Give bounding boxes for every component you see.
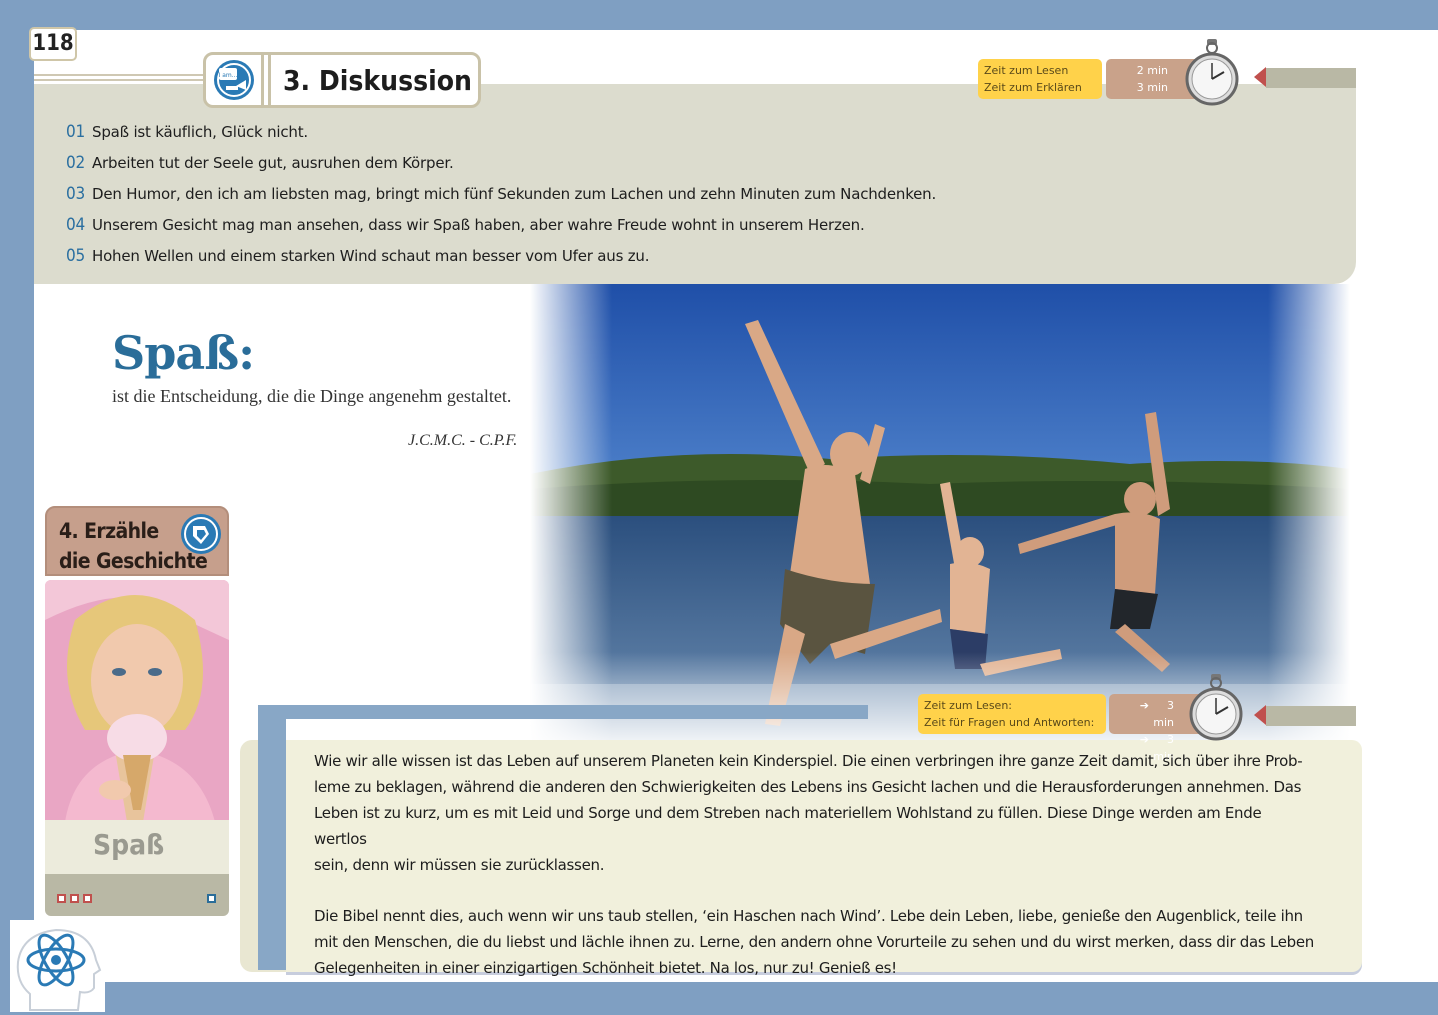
quote-author: J.C.M.C. - C.P.F. <box>408 432 518 449</box>
arrow-left-icon <box>1254 705 1266 725</box>
header-bar <box>1266 68 1356 88</box>
book-icon <box>181 514 221 554</box>
next-square[interactable] <box>207 894 216 903</box>
atom-head-logo <box>10 920 105 1012</box>
page-dot[interactable] <box>83 894 92 903</box>
list-item: 05 Hohen Wellen und einem starken Wind sc… <box>66 246 650 266</box>
story-tab[interactable]: 4. Erzähle die Geschichte <box>45 506 229 576</box>
i-am-icon: I am... <box>206 55 264 105</box>
list-item: 01 Spaß ist käuflich, Glück nicht. <box>66 122 308 142</box>
list-item: 02 Arbeiten tut der Seele gut, ausruhen d… <box>66 153 454 173</box>
arrow-right-icon: ➔ <box>1139 733 1149 746</box>
girl-ice-cream-photo <box>45 580 229 822</box>
quote-title: Spaß: <box>112 326 255 380</box>
list-item: 03 Den Humor, den ich am liebsten mag, br… <box>66 184 937 204</box>
header-rule <box>34 79 206 81</box>
page-number: 118 <box>29 27 77 61</box>
text-frame-top <box>258 705 868 719</box>
quote-text: ist die Entscheidung, die die Dinge ange… <box>112 386 512 406</box>
arrow-right-icon: ➔ <box>1139 699 1149 712</box>
list-item: 04 Unserem Gesicht mag man ansehen, dass … <box>66 215 865 235</box>
story-label: Spaß <box>45 820 229 874</box>
header-rule <box>34 74 206 76</box>
page-dot[interactable] <box>70 894 79 903</box>
text-frame-side <box>258 705 286 970</box>
time-labels: Zeit zum Lesen Zeit zum Erklären <box>978 59 1102 99</box>
discussion-list: 01 Spaß ist käuflich, Glück nicht. 02 Arbe… <box>66 122 936 277</box>
svg-text:I am...: I am... <box>218 72 237 79</box>
story-bar <box>1266 706 1356 726</box>
arrow-left-icon <box>1254 67 1266 87</box>
discussion-header: I am... 3. Diskussion <box>203 52 481 108</box>
story-time-labels: Zeit zum Lesen: Zeit für Fragen und Antw… <box>918 694 1106 734</box>
page-dot[interactable] <box>57 894 66 903</box>
story-body-text: Wie wir alle wissen ist das Leben auf un… <box>314 752 1314 977</box>
discussion-title: 3. Diskussion <box>268 55 472 105</box>
stopwatch-icon <box>1185 39 1239 106</box>
stopwatch-icon <box>1189 674 1243 741</box>
story-footer <box>45 874 229 916</box>
